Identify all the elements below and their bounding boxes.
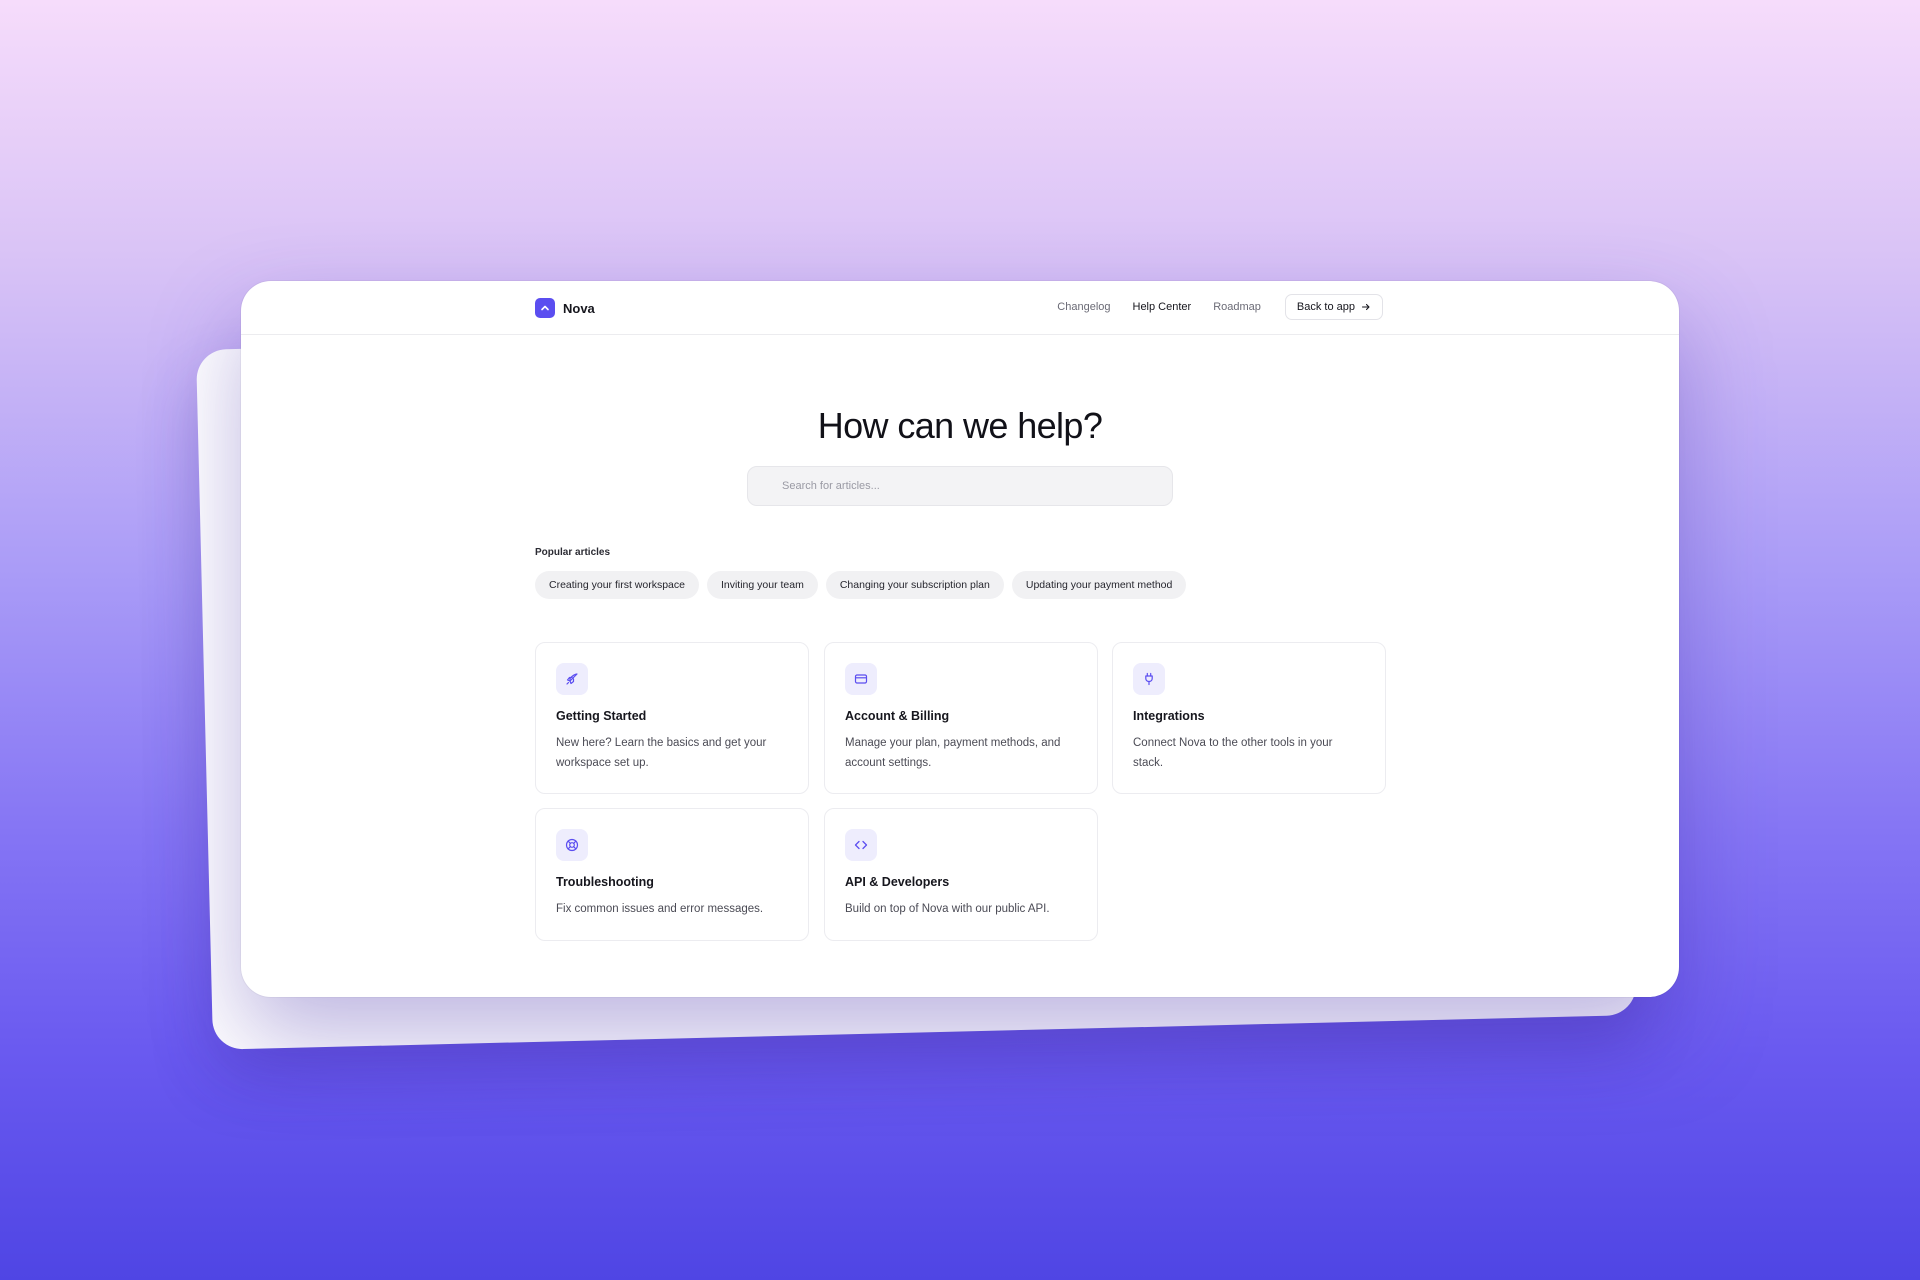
search-box[interactable]	[747, 466, 1173, 506]
category-title: Account & Billing	[845, 709, 950, 723]
category-description: Build on top of Nova with our public API…	[845, 903, 1050, 915]
category-card-troubleshooting[interactable]: Troubleshooting Fix common issues and er…	[535, 808, 809, 941]
nav-links: Changelog Help Center Roadmap Back to ap…	[1057, 294, 1383, 320]
arrow-right-icon	[1361, 303, 1370, 311]
article-chip[interactable]: Inviting your team	[706, 571, 818, 599]
category-title: API & Developers	[845, 875, 950, 889]
nav-roadmap[interactable]: Roadmap	[1213, 301, 1261, 313]
article-chip[interactable]: Changing your subscription plan	[825, 571, 1004, 599]
life-buoy-icon	[556, 829, 588, 861]
article-chip[interactable]: Updating your payment method	[1011, 571, 1187, 599]
top-navigation: Nova Changelog Help Center Roadmap Back …	[241, 281, 1679, 335]
back-to-app-button[interactable]: Back to app	[1284, 294, 1383, 320]
brand-name: Nova	[563, 300, 595, 316]
category-title: Integrations	[1133, 709, 1205, 723]
category-title: Troubleshooting	[556, 875, 654, 889]
rocket-icon	[556, 663, 588, 695]
category-card-integrations[interactable]: Integrations Connect Nova to the other t…	[1112, 642, 1386, 794]
article-chip[interactable]: Creating your first workspace	[535, 571, 699, 599]
category-description: Fix common issues and error messages.	[556, 903, 764, 915]
nav-changelog[interactable]: Changelog	[1057, 301, 1110, 313]
browser-window: Nova Changelog Help Center Roadmap Back …	[241, 281, 1679, 997]
popular-articles: Creating your first workspace Inviting y…	[535, 571, 1187, 599]
code-icon	[845, 829, 877, 861]
category-card-api-developers[interactable]: API & Developers Build on top of Nova wi…	[824, 808, 1098, 941]
nav-help-center[interactable]: Help Center	[1133, 301, 1192, 313]
credit-card-icon	[845, 663, 877, 695]
popular-articles-label: Popular articles	[535, 547, 611, 558]
page-title: How can we help?	[817, 405, 1103, 446]
chevron-up-icon	[535, 298, 555, 318]
brand[interactable]: Nova	[535, 298, 595, 318]
category-description: New here? Learn the basics and get your …	[556, 737, 767, 769]
category-description: Manage your plan, payment methods, and a…	[845, 737, 1061, 769]
category-card-account-billing[interactable]: Account & Billing Manage your plan, paym…	[824, 642, 1098, 794]
plug-icon	[1133, 663, 1165, 695]
search-input[interactable]	[782, 480, 1172, 492]
back-to-app-label: Back to app	[1296, 301, 1355, 313]
category-title: Getting Started	[556, 709, 647, 723]
category-card-getting-started[interactable]: Getting Started New here? Learn the basi…	[535, 642, 809, 794]
category-description: Connect Nova to the other tools in your …	[1133, 737, 1333, 769]
